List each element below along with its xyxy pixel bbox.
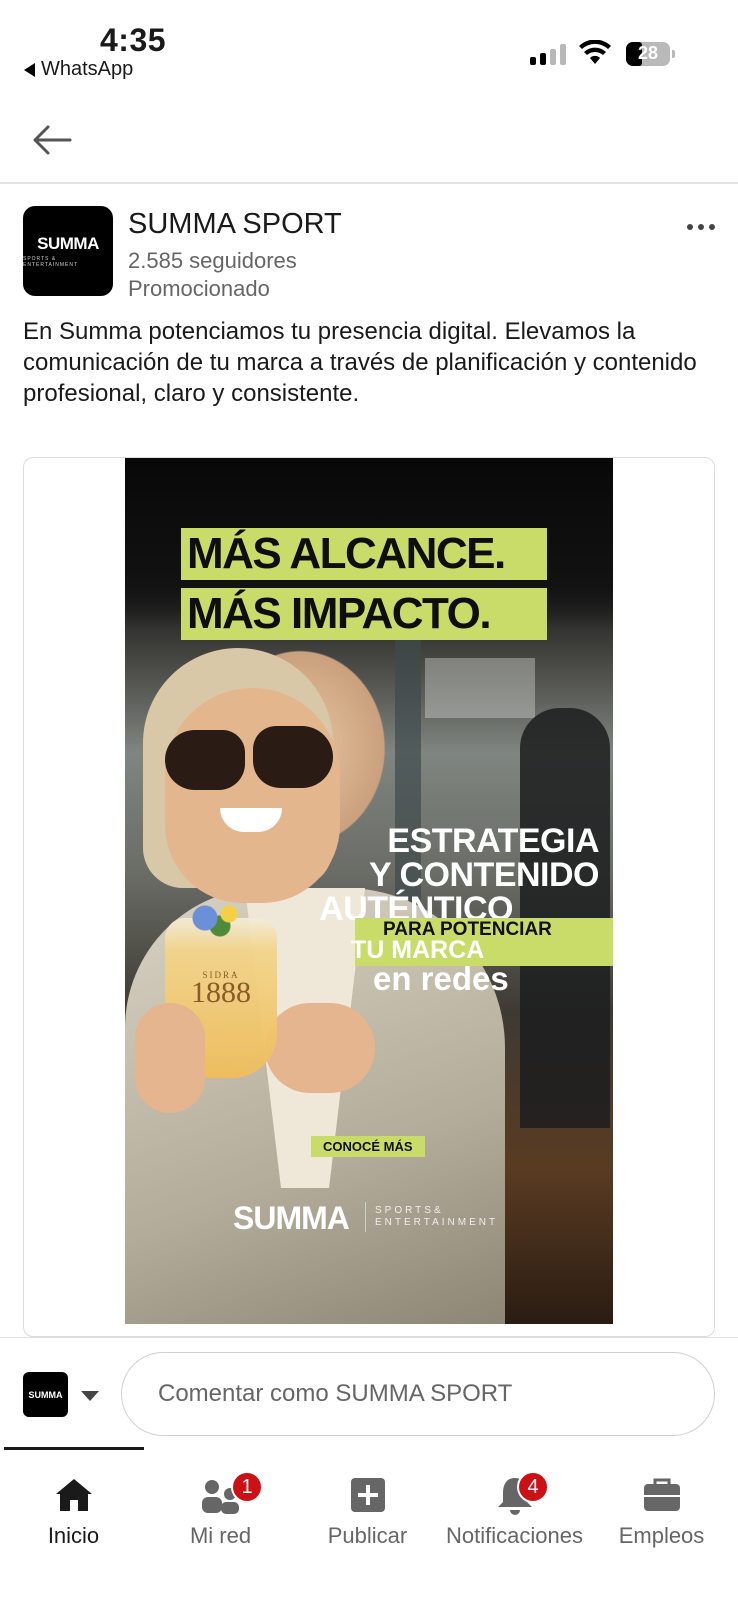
tab-empleos[interactable]: Empleos — [588, 1447, 735, 1548]
battery-icon: 28 — [626, 42, 675, 66]
network-badge: 1 — [231, 1471, 263, 1503]
ad-line-2: Y CONTENIDO — [368, 856, 600, 894]
promoted-label: Promocionado — [128, 276, 270, 301]
tab-label: Inicio — [47, 1523, 100, 1548]
comment-input[interactable]: Comentar como SUMMA SPORT — [121, 1352, 715, 1436]
tab-mi-red[interactable]: 1 Mi red — [147, 1447, 294, 1548]
post-icon — [350, 1478, 385, 1512]
post-body-text: En Summa potenciamos tu presencia digita… — [23, 318, 697, 407]
ad-line-6: en redes — [373, 960, 509, 997]
back-to-app-link[interactable]: WhatsApp — [24, 58, 133, 81]
post-header: SUMMA SPORTS & ENTERTAINMENT SUMMA SPORT… — [23, 206, 715, 302]
more-options-icon[interactable] — [687, 224, 715, 230]
top-navigation — [0, 96, 738, 184]
tab-label: Mi red — [189, 1523, 252, 1548]
ad-headline-1: MÁS ALCANCE. — [181, 528, 547, 580]
tab-label: Empleos — [618, 1523, 705, 1548]
wifi-icon — [579, 40, 611, 64]
tab-notificaciones[interactable]: 4 Notificaciones — [441, 1447, 588, 1548]
battery-level: 28 — [637, 43, 659, 63]
tab-inicio[interactable]: Inicio — [0, 1447, 147, 1548]
glass-label: SIDRA 1888 — [183, 970, 259, 1010]
back-app-label: WhatsApp — [41, 58, 134, 80]
status-time: 4:35 — [100, 22, 167, 58]
status-bar: 4:35 WhatsApp 28 — [0, 0, 738, 96]
ad-brand-logo: SUMMA — [233, 1200, 350, 1236]
ad-brand-sub-2: ENTERTAINMENT — [375, 1217, 499, 1228]
company-avatar[interactable]: SUMMA SPORTS & ENTERTAINMENT — [23, 206, 113, 296]
briefcase-icon — [643, 1478, 680, 1511]
ad-cta-button[interactable]: CONOCÉ MÁS — [311, 1136, 425, 1157]
ad-line-1: ESTRATEGIA — [387, 822, 599, 860]
ad-brand-sub-1: SPORTS& — [375, 1205, 444, 1216]
tab-publicar[interactable]: Publicar — [294, 1447, 441, 1548]
follower-count: 2.585 seguidores — [128, 248, 297, 273]
ad-headline-2: MÁS IMPACTO. — [181, 588, 547, 640]
comment-bar: SUMMA Comentar como SUMMA SPORT — [0, 1337, 738, 1447]
tab-label: Publicar — [327, 1523, 408, 1548]
back-triangle-icon — [24, 62, 35, 77]
ad-brand-subtitle: SPORTS& ENTERTAINMENT — [375, 1205, 498, 1229]
ad-image[interactable]: SIDRA 1888 MÁS ALCANCE. MÁS IMPACTO. EST… — [125, 458, 613, 1324]
ad-headline: MÁS ALCANCE. MÁS IMPACTO. — [181, 528, 547, 648]
commenter-avatar[interactable]: SUMMA — [23, 1372, 68, 1417]
post-media[interactable]: SIDRA 1888 MÁS ALCANCE. MÁS IMPACTO. EST… — [23, 457, 715, 1337]
cellular-signal-icon — [530, 44, 566, 65]
notifications-badge: 4 — [517, 1471, 549, 1503]
back-arrow-icon[interactable] — [30, 118, 74, 162]
mini-avatar-logo: SUMMA — [28, 1389, 63, 1400]
avatar-logo-text: SUMMA — [37, 234, 99, 253]
glass-year: 1888 — [191, 976, 251, 1009]
avatar-logo-subtext: SPORTS & ENTERTAINMENT — [23, 256, 79, 268]
ad-strategy-text: ESTRATEGIA Y CONTENIDO AUTÉNTICO — [319, 824, 599, 926]
bottom-tab-bar: Inicio 1 Mi red Publicar 4 Notificacione… — [0, 1447, 738, 1600]
company-name[interactable]: SUMMA SPORT — [128, 208, 342, 241]
switch-identity-chevron-icon[interactable] — [81, 1391, 99, 1401]
home-icon — [55, 1479, 92, 1511]
tab-label: Notificaciones — [446, 1523, 583, 1548]
